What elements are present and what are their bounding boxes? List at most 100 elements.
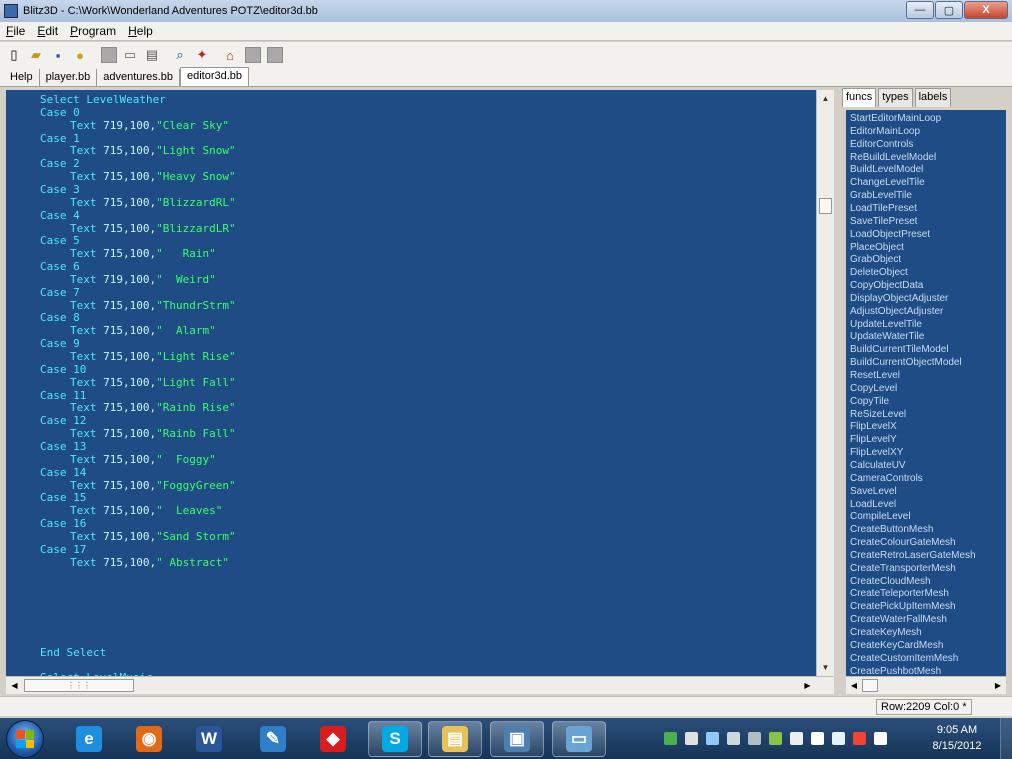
function-list-item[interactable]: FlipLevelXY — [850, 446, 903, 459]
function-list-item[interactable]: CreateCloudMesh — [850, 575, 931, 588]
paste-icon[interactable]: ▤ — [142, 45, 162, 65]
copy-icon[interactable]: ▭ — [120, 45, 140, 65]
maximize-button[interactable]: ▢ — [935, 1, 963, 19]
function-list-item[interactable]: CopyObjectData — [850, 279, 923, 292]
function-list-item[interactable]: PlaceObject — [850, 241, 904, 254]
back-icon[interactable] — [245, 47, 261, 63]
menu-help[interactable]: Help — [122, 24, 159, 38]
side-tab-labels[interactable]: labels — [914, 88, 952, 107]
firefox-taskbar-button[interactable]: ◉ — [122, 721, 176, 757]
scroll-left-icon[interactable]: ◀ — [6, 677, 23, 694]
signal-tray-icon[interactable] — [811, 731, 824, 745]
function-list-item[interactable]: LoadObjectPreset — [850, 228, 930, 241]
function-list-item[interactable]: BuildLevelModel — [850, 163, 923, 176]
function-list-item[interactable]: CreatePushbotMesh — [850, 665, 941, 676]
file-tab[interactable]: player.bb — [40, 69, 98, 86]
scroll-right-icon[interactable]: ▶ — [799, 677, 816, 694]
function-list-item[interactable]: AdjustObjectAdjuster — [850, 305, 943, 318]
scroll-up-icon[interactable]: ▲ — [817, 90, 834, 107]
function-list[interactable]: StartEditorMainLoop EditorMainLoop EditorC… — [846, 110, 1006, 676]
device-tray-icon[interactable] — [748, 731, 761, 745]
function-list-item[interactable]: StartEditorMainLoop — [850, 112, 941, 125]
security-tray-icon[interactable] — [685, 731, 698, 745]
pen-tool-taskbar-button[interactable]: ✎ — [246, 721, 300, 757]
display-tray-icon[interactable] — [727, 731, 740, 745]
scroll-left-icon[interactable]: ◀ — [846, 677, 862, 694]
function-list-item[interactable]: UpdateLevelTile — [850, 318, 922, 331]
editor-vertical-scrollbar[interactable]: ▲ ▼ — [816, 90, 834, 676]
function-list-item[interactable]: GrabObject — [850, 253, 901, 266]
home-icon[interactable]: ⌂ — [220, 45, 240, 65]
function-list-item[interactable]: LoadTilePreset — [850, 202, 917, 215]
function-list-scrollbar[interactable]: ◀ ▶ — [846, 676, 1006, 694]
start-button[interactable] — [6, 720, 44, 758]
function-list-item[interactable]: FlipLevelX — [850, 420, 897, 433]
minimize-button[interactable]: — — [906, 1, 934, 19]
function-list-scroll-thumb[interactable] — [862, 679, 878, 692]
ruby-gem-taskbar-button[interactable]: ◆ — [306, 721, 360, 757]
function-list-item[interactable]: CalculateUV — [850, 459, 906, 472]
skype-taskbar-button[interactable]: S — [368, 721, 422, 757]
internet-explorer-taskbar-button[interactable]: e — [62, 721, 116, 757]
horizontal-scroll-thumb[interactable]: ⋮⋮⋮ — [24, 679, 134, 692]
monitor-tray-icon[interactable] — [832, 731, 845, 745]
run-icon[interactable]: ✦ — [192, 45, 212, 65]
file-tab[interactable]: adventures.bb — [97, 69, 180, 86]
side-tab-funcs[interactable]: funcs — [842, 88, 877, 107]
scroll-down-icon[interactable]: ▼ — [817, 659, 834, 676]
function-list-item[interactable]: CreateButtonMesh — [850, 523, 933, 536]
file-tab[interactable]: editor3d.bb — [180, 67, 250, 86]
function-list-item[interactable]: UpdateWaterTile — [850, 330, 924, 343]
code-editor[interactable]: Select LevelWeather Case 0 Text 719,100,"C… — [6, 90, 816, 676]
function-list-item[interactable]: GrabLevelTile — [850, 189, 912, 202]
file-explorer-taskbar-button[interactable]: ▤ — [428, 721, 482, 757]
alert-tray-icon[interactable] — [853, 731, 866, 745]
close-button[interactable]: X — [964, 1, 1008, 19]
show-desktop-button[interactable] — [1000, 718, 1012, 759]
flag-tray-icon[interactable] — [874, 731, 887, 745]
file-tab[interactable]: Help — [4, 69, 40, 86]
function-list-item[interactable]: EditorMainLoop — [850, 125, 920, 138]
function-list-item[interactable]: CreateTransporterMesh — [850, 562, 956, 575]
function-list-item[interactable]: ReBuildLevelModel — [850, 151, 936, 164]
function-list-item[interactable]: CameraControls — [850, 472, 923, 485]
new-file-icon[interactable]: ▯ — [4, 45, 24, 65]
function-list-item[interactable]: CopyLevel — [850, 382, 897, 395]
image-viewer-taskbar-button[interactable]: ▭ — [552, 721, 606, 757]
function-list-item[interactable]: CreateRetroLaserGateMesh — [850, 549, 976, 562]
power-tray-icon[interactable] — [769, 731, 782, 745]
open-folder-icon[interactable]: ▰ — [26, 45, 46, 65]
cut-icon[interactable] — [101, 47, 117, 63]
function-list-item[interactable]: CreateWaterFallMesh — [850, 613, 947, 626]
function-list-item[interactable]: CompileLevel — [850, 510, 911, 523]
word-document-taskbar-button[interactable]: W — [182, 721, 236, 757]
shield-tray-icon[interactable] — [706, 731, 719, 745]
function-list-item[interactable]: CreateColourGateMesh — [850, 536, 956, 549]
function-list-item[interactable]: LoadLevel — [850, 498, 896, 511]
function-list-item[interactable]: BuildCurrentObjectModel — [850, 356, 962, 369]
editor-horizontal-scrollbar[interactable]: ◀ ⋮⋮⋮ ▶ — [6, 676, 834, 694]
function-list-item[interactable]: CopyTile — [850, 395, 889, 408]
forward-icon[interactable] — [267, 47, 283, 63]
function-list-item[interactable]: CreateKeyCardMesh — [850, 639, 943, 652]
vertical-scroll-thumb[interactable] — [819, 198, 832, 214]
title-bar[interactable]: Blitz3D - C:\Work\Wonderland Adventures … — [0, 0, 1012, 22]
function-list-item[interactable]: FlipLevelY — [850, 433, 897, 446]
function-list-item[interactable]: DeleteObject — [850, 266, 908, 279]
function-list-item[interactable]: CreateKeyMesh — [850, 626, 922, 639]
function-list-item[interactable]: BuildCurrentTileModel — [850, 343, 949, 356]
side-tab-types[interactable]: types — [878, 88, 913, 107]
function-list-item[interactable]: SaveTilePreset — [850, 215, 917, 228]
function-list-item[interactable]: EditorControls — [850, 138, 913, 151]
menu-edit[interactable]: Edit — [31, 24, 64, 38]
function-list-item[interactable]: CreateTeleporterMesh — [850, 587, 949, 600]
function-list-item[interactable]: ResetLevel — [850, 369, 900, 382]
function-list-item[interactable]: CreateCustomItemMesh — [850, 652, 958, 665]
function-list-item[interactable]: SaveLevel — [850, 485, 897, 498]
menu-program[interactable]: Program — [64, 24, 122, 38]
blitz3d-window-taskbar-button[interactable]: ▣ — [490, 721, 544, 757]
scroll-right-icon[interactable]: ▶ — [990, 677, 1006, 694]
network-tray-icon[interactable] — [664, 731, 677, 745]
function-list-item[interactable]: ChangeLevelTile — [850, 176, 925, 189]
function-list-item[interactable]: ReSizeLevel — [850, 408, 906, 421]
